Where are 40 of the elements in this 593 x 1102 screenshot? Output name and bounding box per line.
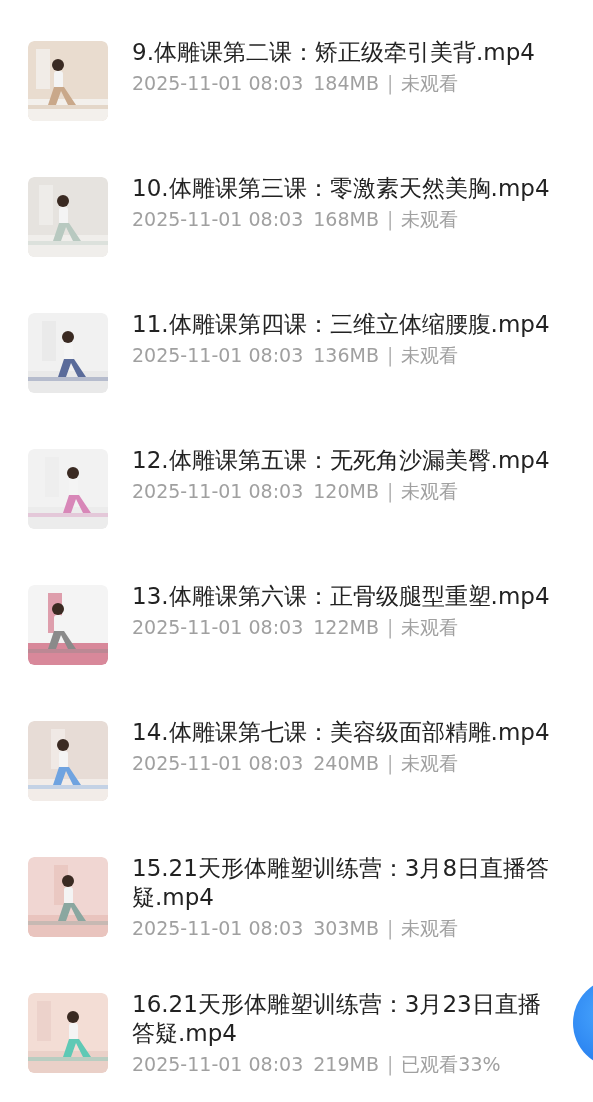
file-date: 2025-11-01 08:03: [132, 71, 304, 96]
separator: |: [386, 751, 394, 777]
separator: |: [386, 207, 394, 233]
file-date: 2025-11-01 08:03: [132, 207, 304, 232]
file-size: 122MB: [313, 615, 379, 640]
watch-status: 未观看: [401, 207, 459, 232]
file-size: 303MB: [313, 916, 379, 941]
separator: |: [386, 615, 394, 641]
file-title: 11.体雕课第四课：三维立体缩腰腹.mp4: [132, 310, 551, 339]
file-title: 9.体雕课第二课：矫正级牵引美背.mp4: [132, 38, 536, 67]
watch-status: 已观看33%: [401, 1052, 501, 1077]
file-size: 168MB: [313, 207, 379, 232]
file-size: 219MB: [313, 1052, 379, 1077]
separator: |: [386, 916, 394, 942]
file-title: 13.体雕课第六课：正骨级腿型重塑.mp4: [132, 582, 551, 611]
file-date: 2025-11-01 08:03: [132, 916, 304, 941]
separator: |: [386, 71, 394, 97]
watch-status: 未观看: [401, 615, 459, 640]
file-date: 2025-11-01 08:03: [132, 479, 304, 504]
file-title: 12.体雕课第五课：无死角沙漏美臀.mp4: [132, 446, 551, 475]
watch-status: 未观看: [401, 916, 459, 941]
file-size: 136MB: [313, 343, 379, 368]
separator: |: [386, 479, 394, 505]
watch-status: 未观看: [401, 479, 459, 504]
file-title: 15.21天形体雕塑训练营：3月8日直播答疑.mp4: [132, 854, 551, 912]
watch-status: 未观看: [401, 751, 459, 776]
file-date: 2025-11-01 08:03: [132, 615, 304, 640]
file-date: 2025-11-01 08:03: [132, 343, 304, 368]
file-size: 240MB: [313, 751, 379, 776]
file-date: 2025-11-01 08:03: [132, 751, 304, 776]
file-date: 2025-11-01 08:03: [132, 1052, 304, 1077]
file-title: 16.21天形体雕塑训练营：3月23日直播答疑.mp4: [132, 990, 542, 1048]
file-title: 14.体雕课第七课：美容级面部精雕.mp4: [132, 718, 551, 747]
file-size: 120MB: [313, 479, 379, 504]
separator: |: [386, 1052, 394, 1078]
watch-status: 未观看: [401, 343, 459, 368]
file-title: 10.体雕课第三课：零激素天然美胸.mp4: [132, 174, 551, 203]
file-size: 184MB: [313, 71, 379, 96]
watch-status: 未观看: [401, 71, 459, 96]
separator: |: [386, 343, 394, 369]
